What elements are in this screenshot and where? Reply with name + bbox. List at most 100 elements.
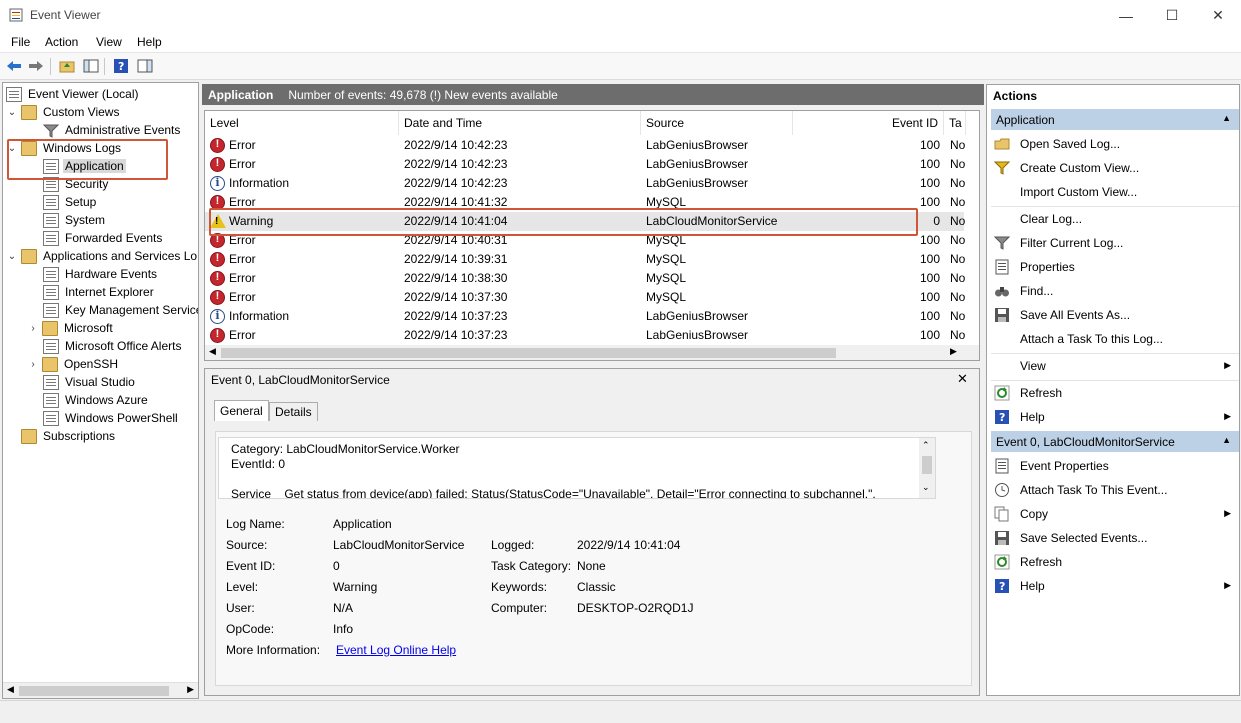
action-save-selected-events[interactable]: Save Selected Events... (991, 527, 1239, 549)
column-header-source[interactable]: Source (641, 111, 793, 135)
tree-item-openssh[interactable]: › OpenSSH (27, 355, 120, 373)
action-copy[interactable]: Copy ▶ (991, 503, 1239, 525)
chevron-down-icon[interactable]: ⌄ (6, 251, 18, 262)
tree-horizontal-scrollbar[interactable]: ◀ ▶ (3, 682, 198, 698)
collapse-up-icon[interactable]: ▲ (1222, 435, 1231, 445)
tab-general[interactable]: General (214, 400, 269, 421)
table-row[interactable]: Error 2022/9/14 10:40:31 MySQL 100 No (205, 231, 965, 250)
table-row[interactable]: Error 2022/9/14 10:38:30 MySQL 100 No (205, 269, 965, 288)
actions-section-application[interactable]: Application ▲ (991, 109, 1239, 130)
action-refresh[interactable]: Refresh (991, 382, 1239, 404)
up-folder-button[interactable] (57, 56, 77, 76)
tree-item-key-management-service[interactable]: Key Management Service (43, 301, 198, 319)
menu-view[interactable]: View (96, 35, 122, 49)
action-attach-a-task-to-this-log[interactable]: Attach a Task To this Log... (991, 328, 1239, 350)
tree-item-microsoft[interactable]: › Microsoft (27, 319, 115, 337)
action-attach-task-to-this-event[interactable]: Attach Task To This Event... (991, 479, 1239, 501)
show-hide-tree-button[interactable] (81, 56, 101, 76)
menu-file[interactable]: File (11, 35, 30, 49)
back-button[interactable] (4, 56, 24, 76)
tree-item-internet-explorer[interactable]: Internet Explorer (43, 283, 156, 301)
table-row[interactable]: Error 2022/9/14 10:37:23 LabGeniusBrowser 1… (205, 326, 965, 345)
show-action-pane-button[interactable] (135, 56, 155, 76)
action-refresh[interactable]: Refresh (991, 551, 1239, 573)
table-row[interactable]: Error 2022/9/14 10:41:32 MySQL 100 No (205, 193, 965, 212)
scroll-right-icon[interactable]: ▶ (187, 684, 194, 695)
forward-button[interactable] (26, 56, 46, 76)
cell-level: Error (229, 138, 256, 152)
action-find[interactable]: Find... (991, 280, 1239, 302)
tree-item-forwarded-events[interactable]: Forwarded Events (43, 229, 164, 247)
action-help[interactable]: ? Help ▶ (991, 575, 1239, 597)
tree-item-visual-studio[interactable]: Visual Studio (43, 373, 137, 391)
tree-item-windows-logs[interactable]: ⌄ Windows Logs (6, 139, 123, 157)
help-toolbar-button[interactable]: ? (111, 56, 131, 76)
description-vertical-scrollbar[interactable]: ⌃ ⌄ (919, 438, 935, 498)
value-source: LabCloudMonitorService (333, 538, 465, 552)
value-event-id: 0 (333, 559, 340, 573)
tree-item-windows-powershell[interactable]: Windows PowerShell (43, 409, 180, 427)
scroll-up-icon[interactable]: ⌃ (922, 440, 930, 451)
cell-source: LabGeniusBrowser (646, 176, 749, 190)
actions-section-event[interactable]: Event 0, LabCloudMonitorService ▲ (991, 431, 1239, 452)
event-description-box[interactable]: Category: LabCloudMonitorService.Worker … (218, 437, 936, 499)
maximize-button[interactable]: ☐ (1149, 0, 1195, 31)
tree-item-system[interactable]: System (43, 211, 107, 229)
collapse-up-icon[interactable]: ▲ (1222, 113, 1231, 123)
table-row[interactable]: Warning 2022/9/14 10:41:04 LabCloudMonitor… (205, 212, 965, 231)
table-row[interactable]: Error 2022/9/14 10:42:23 LabGeniusBrowser 1… (205, 155, 965, 174)
scroll-thumb[interactable] (221, 348, 836, 358)
tree-item-event-viewer-local[interactable]: Event Viewer (Local) (6, 85, 141, 103)
chevron-right-icon[interactable]: › (27, 359, 39, 370)
column-header-level[interactable]: Level (205, 111, 399, 135)
action-create-custom-view[interactable]: Create Custom View... (991, 157, 1239, 179)
scroll-left-icon[interactable]: ◀ (209, 346, 216, 357)
chevron-down-icon[interactable]: ⌄ (6, 107, 18, 118)
action-event-properties[interactable]: Event Properties (991, 455, 1239, 477)
event-log-online-help-link[interactable]: Event Log Online Help (336, 643, 456, 657)
minimize-button[interactable]: — (1103, 0, 1149, 31)
events-horizontal-scrollbar[interactable]: ◀ ▶ (205, 345, 979, 360)
tree-item-custom-views[interactable]: ⌄ Custom Views (6, 103, 121, 121)
tree-item-windows-azure[interactable]: Windows Azure (43, 391, 150, 409)
tree-item-applications-and-services[interactable]: ⌄ Applications and Services Lo (6, 247, 198, 265)
tree-item-application[interactable]: Application (43, 157, 126, 175)
value-keywords: Classic (577, 580, 616, 594)
action-view[interactable]: View ▶ (991, 355, 1239, 377)
menu-help[interactable]: Help (137, 35, 162, 49)
scroll-thumb[interactable] (922, 456, 932, 474)
tab-details[interactable]: Details (269, 402, 318, 421)
column-header-task[interactable]: Ta (944, 111, 966, 135)
close-window-button[interactable]: ✕ (1195, 0, 1241, 31)
scroll-down-icon[interactable]: ⌄ (922, 482, 930, 493)
tree-item-microsoft-office-alerts[interactable]: Microsoft Office Alerts (43, 337, 183, 355)
close-detail-button[interactable]: ✕ (957, 371, 968, 387)
action-help[interactable]: ? Help ▶ (991, 406, 1239, 428)
tree-item-setup[interactable]: Setup (43, 193, 98, 211)
tree-item-security[interactable]: Security (43, 175, 110, 193)
table-row[interactable]: Error 2022/9/14 10:37:30 MySQL 100 No (205, 288, 965, 307)
column-header-date-time[interactable]: Date and Time (399, 111, 641, 135)
scroll-thumb[interactable] (19, 686, 169, 696)
action-filter-current-log[interactable]: Filter Current Log... (991, 232, 1239, 254)
action-label: Properties (1020, 260, 1075, 274)
tree-item-subscriptions[interactable]: Subscriptions (21, 427, 117, 445)
action-open-saved-log[interactable]: Open Saved Log... (991, 133, 1239, 155)
menu-action[interactable]: Action (45, 35, 78, 49)
scroll-right-icon[interactable]: ▶ (950, 346, 957, 357)
scroll-left-icon[interactable]: ◀ (7, 684, 14, 695)
error-icon (210, 157, 225, 172)
chevron-down-icon[interactable]: ⌄ (6, 143, 18, 154)
action-properties[interactable]: Properties (991, 256, 1239, 278)
tree-item-hardware-events[interactable]: Hardware Events (43, 265, 159, 283)
table-row[interactable]: Information 2022/9/14 10:37:23 LabGeniusBr… (205, 307, 965, 326)
table-row[interactable]: Information 2022/9/14 10:42:23 LabGeniusBr… (205, 174, 965, 193)
chevron-right-icon[interactable]: › (27, 323, 39, 334)
action-clear-log[interactable]: Clear Log... (991, 208, 1239, 230)
action-save-all-events-as[interactable]: Save All Events As... (991, 304, 1239, 326)
table-row[interactable]: Error 2022/9/14 10:42:23 LabGeniusBrowser 1… (205, 136, 965, 155)
table-row[interactable]: Error 2022/9/14 10:39:31 MySQL 100 No (205, 250, 965, 269)
action-import-custom-view[interactable]: Import Custom View... (991, 181, 1239, 203)
tree-item-administrative-events[interactable]: Administrative Events (42, 121, 182, 139)
column-header-event-id[interactable]: Event ID (793, 111, 944, 135)
